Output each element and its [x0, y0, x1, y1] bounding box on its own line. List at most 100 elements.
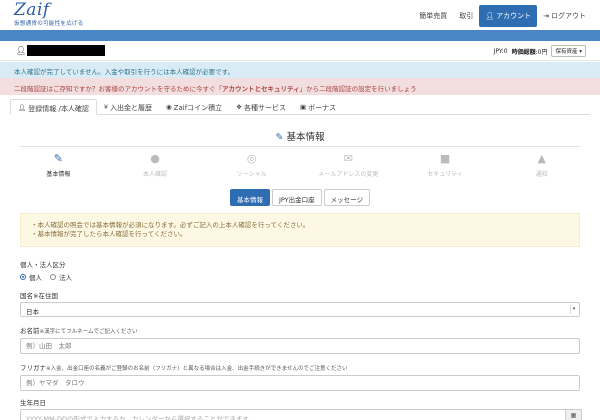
section-title-text: 基本情報: [286, 132, 325, 143]
tab-zaif-coin[interactable]: ◉ Zaifコイン積立: [159, 99, 229, 115]
step-label: 通知: [535, 171, 548, 178]
two-factor-alert: 二段階認証はご存知ですか？お客様のアカウントを守るために今すぐ「アカウントとセキ…: [0, 78, 600, 95]
assets-dropdown[interactable]: 保有資産 ▾: [551, 45, 586, 57]
bell-icon: ▲: [537, 152, 546, 165]
birthdate-input[interactable]: YYYY-MM-DDの形式で入力するか、カレンダーから選択することができます: [20, 409, 566, 420]
name-note: ※漢字にてフルネームでご記入ください: [39, 329, 138, 335]
nav-label: 取引: [459, 12, 474, 20]
assets-dropdown-label: 保有資産: [555, 49, 578, 55]
name-label-row: お名前※漢字にてフルネームでご記入ください: [20, 325, 137, 335]
tab-services[interactable]: ❖ 各種サービス: [229, 99, 293, 115]
pencil-icon: ✎: [275, 132, 284, 143]
identity-alert: 本人確認が完了していません。入金や取引を行うには本人確認が必要です。: [0, 62, 600, 78]
kana-label-row: フリガナ※入金、出金口座の名義がご登録のお名前（フリガナ）と異なる場合は入金、出…: [20, 362, 347, 372]
tab-label: 各種サービス: [244, 104, 286, 112]
piggy-icon: ◉: [166, 103, 172, 111]
nav-trade[interactable]: 取引: [453, 5, 479, 27]
notice-line: ・基本情報が完了したら本人確認を行ってください。: [31, 230, 187, 238]
radio-label: 個人: [29, 274, 42, 282]
jpy-account-button[interactable]: JPY出金口座: [271, 189, 322, 206]
logo-tagline: 仮想通貨の可能性を広げる: [14, 21, 84, 27]
notice-box: ・本人確認の照会では基本情報が必須になります。必ずご記入の上本人確認を行ってくだ…: [20, 213, 580, 247]
step-label: メールアドレスの変更: [318, 171, 379, 178]
radio-label: 法人: [59, 274, 72, 282]
valuation-value: :0円: [535, 48, 548, 56]
step-label: 基本情報: [46, 171, 71, 178]
nav-easy-trade[interactable]: 簡単売買: [413, 5, 453, 27]
header-bar: [0, 30, 600, 41]
kana-input[interactable]: [20, 375, 580, 391]
user-icon: 👤︎: [18, 104, 27, 112]
yen-icon: ¥: [103, 103, 108, 111]
kana-note: ※入金、出金口座の名義がご登録のお名前（フリガナ）と異なる場合は入金、出金手続き…: [46, 366, 348, 372]
top-nav: 簡単売買 取引 👤︎ アカウント ⇥ ログアウト: [413, 5, 592, 27]
tab-label: 登録情報 /本人確認: [28, 105, 89, 113]
step-social[interactable]: ◎ ソーシャル: [203, 152, 300, 182]
pencil-icon: ✎: [53, 152, 63, 165]
tab-registration[interactable]: 👤︎ 登録情報 /本人確認: [10, 99, 97, 115]
country-select[interactable]: 日本 ▾: [20, 302, 580, 317]
entity-radio-group: 個人 法人: [20, 272, 80, 282]
country-value: 日本: [26, 308, 39, 316]
step-security[interactable]: ■ セキュリティ: [397, 152, 494, 182]
entity-corporate-option[interactable]: 法人: [50, 272, 72, 282]
valuation-label: 時価総額: [511, 48, 536, 56]
balance-summary: JPY: 0 時価総額 :0円 保有資産 ▾: [494, 45, 586, 57]
gift-icon: ▣: [300, 103, 307, 111]
puzzle-icon: ❖: [236, 103, 242, 111]
user-icon: 👤︎: [16, 46, 27, 55]
lock-icon: ■: [439, 152, 451, 165]
subsection-buttons: 基本情報 JPY出金口座 メッセージ: [0, 189, 600, 206]
envelope-icon: ✉: [343, 152, 353, 165]
zaif-logo[interactable]: Zaif 仮想通貨の可能性を広げる: [14, 0, 84, 28]
logo-text: Zaif: [14, 0, 50, 20]
tab-label: ボーナス: [308, 104, 337, 112]
divider: [20, 146, 580, 147]
identity-alert-text: 本人確認が完了していません。入金や取引を行うには本人確認が必要です。: [14, 68, 234, 76]
user-bar: 👤︎ JPY: 0 時価総額 :0円 保有資産 ▾: [0, 41, 600, 61]
calendar-icon[interactable]: ▦: [566, 409, 582, 420]
nav-label: 簡単売買: [419, 12, 448, 20]
entity-label: 個人・法人区分: [20, 261, 66, 269]
message-button[interactable]: メッセージ: [323, 189, 371, 206]
step-identity[interactable]: ● 本人確認: [107, 152, 204, 182]
nav-label: アカウント: [496, 12, 532, 20]
step-label: セキュリティ: [427, 171, 463, 178]
redacted-username: [27, 45, 105, 56]
nav-label: ログアウト: [551, 12, 586, 20]
step-label: ソーシャル: [236, 171, 267, 178]
section-title: ✎ 基本情報: [0, 129, 600, 143]
name-input[interactable]: [20, 338, 580, 354]
app-header: Zaif 仮想通貨の可能性を広げる 簡単売買 取引 👤︎ アカウント ⇥ ログア…: [0, 0, 600, 30]
chevron-down-icon: ▾: [570, 305, 577, 314]
jpy-value: 0: [503, 47, 508, 55]
step-basic-info[interactable]: ✎ 基本情報: [10, 152, 107, 182]
basic-info-button[interactable]: 基本情報: [229, 189, 270, 206]
logout-icon: ⇥: [543, 12, 549, 20]
account-tabs: 👤︎ 登録情報 /本人確認 ¥ 入出金と履歴 ◉ Zaifコイン積立 ❖ 各種サ…: [10, 99, 590, 115]
entity-individual-option[interactable]: 個人: [20, 272, 42, 282]
notice-line: ・本人確認の照会では基本情報が必須になります。必ずご記入の上本人確認を行ってくだ…: [31, 221, 310, 229]
nav-logout[interactable]: ⇥ ログアウト: [537, 5, 592, 27]
profile-steps: ✎ 基本情報 ● 本人確認 ◎ ソーシャル ✉ メールアドレスの変更 ■ セキュ…: [10, 152, 590, 182]
jpy-label: JPY:: [493, 47, 504, 55]
tab-label: Zaifコイン積立: [173, 104, 223, 112]
tab-deposit-history[interactable]: ¥ 入出金と履歴: [97, 99, 159, 115]
birthdate-row: YYYY-MM-DDの形式で入力するか、カレンダーから選択することができます ▦: [20, 409, 582, 420]
name-label: お名前: [20, 327, 40, 335]
tab-label: 入出金と履歴: [110, 104, 152, 112]
radio-corporate[interactable]: [50, 274, 56, 280]
step-notifications[interactable]: ▲ 通知: [493, 152, 590, 182]
nav-account[interactable]: 👤︎ アカウント: [479, 5, 538, 27]
step-label: 本人確認: [143, 171, 168, 178]
two-factor-alert-suffix: 」から二段階認証の設定を行いましょう: [299, 85, 417, 93]
user-icon: ●: [150, 152, 160, 165]
step-email[interactable]: ✉ メールアドレスの変更: [300, 152, 397, 182]
radio-individual[interactable]: [20, 274, 26, 280]
tab-bonus[interactable]: ▣ ボーナス: [293, 99, 343, 115]
birth-label: 生年月日: [20, 399, 46, 407]
country-label: 国名※在住国: [20, 292, 58, 300]
two-factor-alert-prefix: 二段階認証はご存知ですか？お客様のアカウントを守るために今すぐ「: [14, 85, 222, 93]
kana-label: フリガナ: [20, 364, 46, 372]
security-link[interactable]: アカウントとセキュリティ: [222, 85, 300, 93]
